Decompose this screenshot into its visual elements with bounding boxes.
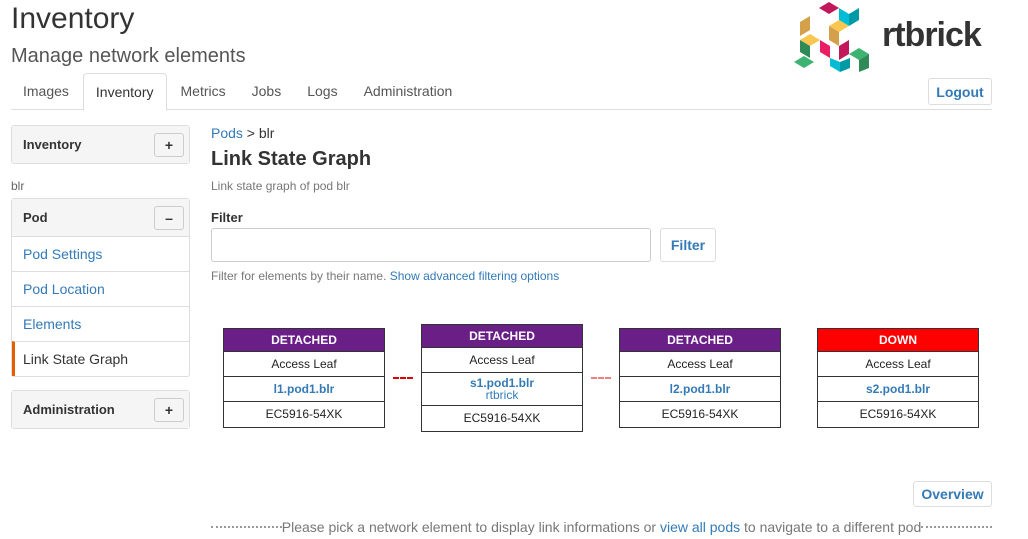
filter-label: Filter (211, 210, 243, 225)
divider (921, 526, 993, 528)
logo-mark-icon (794, 2, 869, 72)
link-connector[interactable] (591, 377, 611, 379)
sidebar-item-link-state-graph[interactable]: Link State Graph (12, 341, 189, 376)
administration-panel: Administration + (11, 390, 190, 429)
node-role: Access Leaf (620, 352, 780, 377)
expand-inventory-button[interactable]: + (154, 132, 184, 157)
sidebar-item-elements[interactable]: Elements (12, 306, 189, 341)
pod-panel-title: Pod (23, 210, 48, 225)
administration-panel-title: Administration (23, 402, 115, 417)
page-header-subtitle: Manage network elements (11, 45, 246, 67)
node-model: EC5916-54XK (463, 411, 541, 425)
breadcrumb-pods-link[interactable]: Pods (211, 125, 243, 141)
graph-node[interactable]: DETACHED Access Leaf l2.pod1.blr EC5916-… (619, 328, 781, 428)
divider (211, 526, 282, 528)
link-connector[interactable] (393, 377, 413, 379)
footer-hint: Please pick a network element to display… (211, 519, 993, 535)
tab-administration[interactable]: Administration (352, 73, 465, 110)
graph-node[interactable]: DETACHED Access Leaf l1.pod1.blr EC5916-… (223, 328, 385, 428)
node-name[interactable]: s2.pod1.blr (818, 377, 978, 402)
node-role: Access Leaf (818, 352, 978, 377)
sidebar-item-pod-settings[interactable]: Pod Settings (12, 236, 189, 271)
filter-input[interactable] (211, 228, 651, 262)
rtbrick-logo: rtbrick (792, 0, 992, 75)
graph-node[interactable]: DETACHED Access Leaf s1.pod1.blr rtbrick … (421, 324, 583, 432)
node-status: DETACHED (422, 325, 582, 348)
graph-node[interactable]: DOWN Access Leaf s2.pod1.blr EC5916-54XK (817, 328, 979, 428)
node-vendor: rtbrick (485, 388, 519, 402)
collapse-pod-button[interactable]: – (154, 205, 184, 230)
view-all-pods-link[interactable]: view all pods (660, 519, 740, 535)
node-model: EC5916-54XK (265, 407, 343, 421)
page-header-title: Inventory (11, 2, 135, 35)
node-role: Access Leaf (224, 352, 384, 377)
advanced-filter-link[interactable]: Show advanced filtering options (390, 269, 559, 283)
node-name[interactable]: l1.pod1.blr (224, 377, 384, 402)
main-tabs: Images Inventory Metrics Jobs Logs Admin… (11, 73, 992, 111)
tab-jobs[interactable]: Jobs (240, 73, 294, 110)
breadcrumb-separator: > (242, 125, 259, 141)
inventory-panel: Inventory + (11, 125, 190, 164)
expand-administration-button[interactable]: + (154, 397, 184, 422)
node-model: EC5916-54XK (661, 407, 739, 421)
footer-text-post: to navigate to a different pod (744, 519, 922, 535)
breadcrumb: Pods > blr (211, 125, 274, 141)
node-status: DETACHED (620, 329, 780, 352)
page-description: Link state graph of pod blr (211, 179, 350, 193)
node-status: DOWN (818, 329, 978, 352)
footer-text-pre: Please pick a network element to display… (281, 519, 657, 535)
pod-panel: Pod – Pod Settings Pod Location Elements … (11, 198, 190, 377)
overview-button[interactable]: Overview (913, 481, 992, 507)
node-name[interactable]: l2.pod1.blr (620, 377, 780, 402)
tab-images[interactable]: Images (11, 73, 81, 110)
breadcrumb-current: blr (258, 125, 275, 141)
tab-metrics[interactable]: Metrics (169, 73, 238, 110)
page-title: Link State Graph (211, 148, 372, 170)
node-status: DETACHED (224, 329, 384, 352)
logo-text: rtbrick (882, 16, 982, 54)
filter-help: Filter for elements by their name. (211, 269, 387, 283)
tab-logs[interactable]: Logs (295, 73, 349, 110)
filter-button[interactable]: Filter (660, 228, 716, 262)
inventory-panel-title: Inventory (23, 137, 82, 152)
node-model: EC5916-54XK (859, 407, 937, 421)
tab-inventory[interactable]: Inventory (82, 73, 167, 111)
sidebar-item-pod-location[interactable]: Pod Location (12, 271, 189, 306)
context-label: blr (11, 179, 25, 193)
node-role: Access Leaf (422, 348, 582, 373)
